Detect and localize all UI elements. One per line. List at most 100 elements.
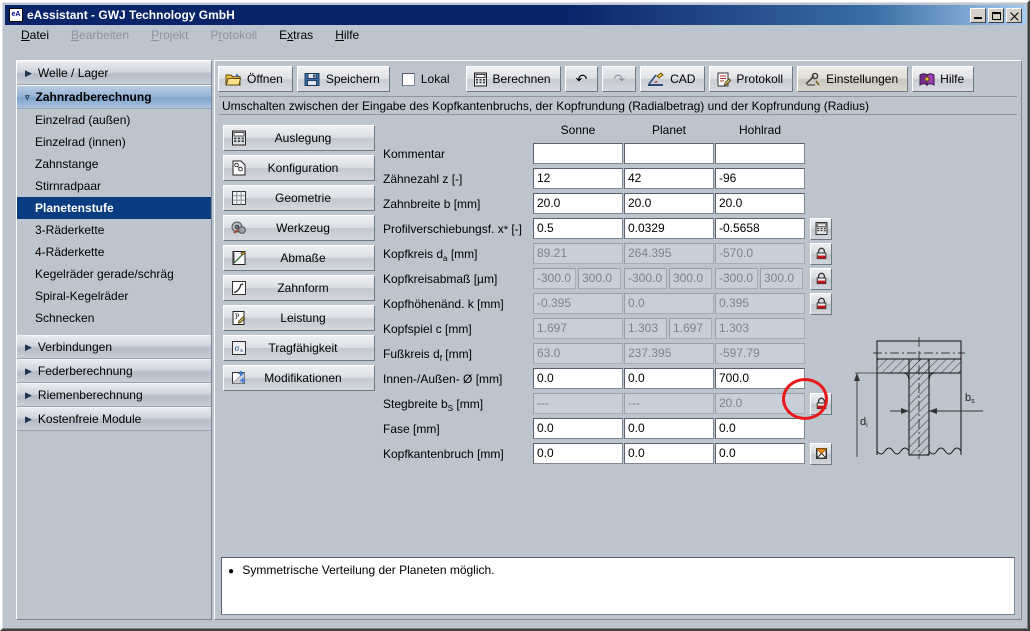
calculator-side-button[interactable] <box>810 218 832 240</box>
input-kopfkreis-sonne[interactable]: 89.21 <box>533 243 623 264</box>
input-profilverschiebung-hohlrad[interactable]: -0.5658 <box>715 218 805 239</box>
section-button-tragfaehigkeit[interactable]: σx Tragfähigkeit <box>223 335 375 361</box>
input-stegbreite-sonne[interactable]: --- <box>533 393 623 414</box>
cell-planet: --- <box>624 393 714 414</box>
input-kopfkreisabmass-hohlrad-lower[interactable]: -300.0 <box>715 268 758 289</box>
input-fase-hohlrad[interactable]: 0.0 <box>715 418 805 439</box>
menu-projekt[interactable]: Projekt <box>149 27 190 43</box>
input-kopfspiel-sonne[interactable]: 1.697 <box>533 318 623 339</box>
lock-side-button-kopfkreisabmass[interactable] <box>810 268 832 290</box>
input-innen-aussen-hohlrad[interactable]: 700.0 <box>715 368 805 389</box>
input-kopfkreisabmass-hohlrad-upper[interactable]: 300.0 <box>760 268 803 289</box>
section-button-zahnform[interactable]: Zahnform <box>223 275 375 301</box>
input-profilverschiebung-sonne[interactable]: 0.5 <box>533 218 623 239</box>
input-kopfhoehenaend-hohlrad[interactable]: 0.395 <box>715 293 805 314</box>
lock-side-button-kopfhoehenaend[interactable] <box>810 293 832 315</box>
input-zahnbreite-sonne[interactable]: 20.0 <box>533 193 623 214</box>
menu-hilfe[interactable]: Hilfe <box>333 27 361 43</box>
cad-button-label: CAD <box>670 72 695 86</box>
sidebar-item-3-raederkette[interactable]: 3-Räderkette <box>17 219 211 241</box>
sidebar-item-kegelraeder[interactable]: Kegelräder gerade/schräg <box>17 263 211 285</box>
input-kopfkantenbruch-planet[interactable]: 0.0 <box>624 443 714 464</box>
input-zahnbreite-hohlrad[interactable]: 20.0 <box>715 193 805 214</box>
settings-button[interactable]: Einstellungen <box>797 66 908 92</box>
cell-sonne: 63.0 <box>533 343 623 364</box>
local-checkbox-group[interactable]: Lokal <box>394 72 462 86</box>
menu-datei[interactable]: Datei <box>19 27 51 43</box>
open-button[interactable]: Öffnen <box>218 66 293 92</box>
sidebar-item-zahnstange[interactable]: Zahnstange <box>17 153 211 175</box>
chevron-right-icon: ▶ <box>25 390 32 401</box>
menu-bearbeiten[interactable]: Bearbeiten <box>69 27 131 43</box>
sidebar-item-schnecken[interactable]: Schnecken <box>17 307 211 329</box>
input-fase-planet[interactable]: 0.0 <box>624 418 714 439</box>
section-button-modifikationen[interactable]: Modifikationen <box>223 365 375 391</box>
input-stegbreite-planet[interactable]: --- <box>624 393 714 414</box>
input-kopfhoehenaend-sonne[interactable]: -0.395 <box>533 293 623 314</box>
toggle-kopfkantenbruch-button[interactable] <box>810 443 832 465</box>
protocol-button-label: Protokoll <box>736 72 783 86</box>
section-button-auslegung[interactable]: Auslegung <box>223 125 375 151</box>
protocol-button[interactable]: Protokoll <box>709 66 793 92</box>
menu-protokoll[interactable]: Protokoll <box>208 27 259 43</box>
input-fusskreis-hohlrad[interactable]: -597.79 <box>715 343 805 364</box>
sidebar-item-spiral-kegelraeder[interactable]: Spiral-Kegelräder <box>17 285 211 307</box>
sidebar-item-stirnradpaar[interactable]: Stirnradpaar <box>17 175 211 197</box>
input-kommentar-hohlrad[interactable] <box>715 143 805 164</box>
menu-extras[interactable]: Extras <box>277 27 315 43</box>
save-button[interactable]: Speichern <box>297 66 390 92</box>
cell-sonne: --- <box>533 393 623 414</box>
section-button-geometrie[interactable]: Geometrie <box>223 185 375 211</box>
input-zahnbreite-planet[interactable]: 20.0 <box>624 193 714 214</box>
calculate-button[interactable]: Berechnen <box>466 66 561 92</box>
sidebar-group-kostenfreie-module[interactable]: ▶ Kostenfreie Module <box>17 407 211 431</box>
input-fase-sonne[interactable]: 0.0 <box>533 418 623 439</box>
input-fusskreis-planet[interactable]: 237.395 <box>624 343 714 364</box>
section-button-konfiguration[interactable]: Konfiguration <box>223 155 375 181</box>
input-innen-aussen-planet[interactable]: 0.0 <box>624 368 714 389</box>
input-kommentar-sonne[interactable] <box>533 143 623 164</box>
help-button[interactable]: Hilfe <box>912 66 974 92</box>
minimize-button[interactable] <box>970 8 986 23</box>
cad-button[interactable]: CAD <box>640 66 705 92</box>
input-kopfspiel-planet-a[interactable]: 1.303 <box>624 318 667 339</box>
sidebar-item-einzelrad-aussen[interactable]: Einzelrad (außen) <box>17 109 211 131</box>
input-kopfkreis-planet[interactable]: 264.395 <box>624 243 714 264</box>
input-stegbreite-hohlrad[interactable]: 20.0 <box>715 393 805 414</box>
maximize-button[interactable] <box>988 8 1004 23</box>
undo-button[interactable]: ↶ <box>565 66 599 92</box>
section-button-abmasse[interactable]: Abmaße <box>223 245 375 271</box>
input-kopfkantenbruch-sonne[interactable]: 0.0 <box>533 443 623 464</box>
input-fusskreis-sonne[interactable]: 63.0 <box>533 343 623 364</box>
input-kopfkreisabmass-sonne-lower[interactable]: -300.0 <box>533 268 576 289</box>
sidebar-group-zahnradberechnung[interactable]: ▿ Zahnradberechnung <box>17 85 211 109</box>
input-kopfspiel-planet-b[interactable]: 1.697 <box>669 318 712 339</box>
input-zaehnezahl-hohlrad[interactable]: -96 <box>715 168 805 189</box>
input-innen-aussen-sonne[interactable]: 0.0 <box>533 368 623 389</box>
input-kopfkreisabmass-planet-lower[interactable]: -300.0 <box>624 268 667 289</box>
input-kommentar-planet[interactable] <box>624 143 714 164</box>
input-kopfkreisabmass-sonne-upper[interactable]: 300.0 <box>578 268 621 289</box>
input-kopfhoehenaend-planet[interactable]: 0.0 <box>624 293 714 314</box>
local-checkbox[interactable] <box>402 73 415 86</box>
lock-side-button-kopfkreis[interactable] <box>810 243 832 265</box>
sidebar-group-riemenberechnung[interactable]: ▶ Riemenberechnung <box>17 383 211 407</box>
input-kopfkreis-hohlrad[interactable]: -570.0 <box>715 243 805 264</box>
section-button-werkzeug[interactable]: Werkzeug <box>223 215 375 241</box>
lock-side-button-stegbreite[interactable] <box>810 393 832 415</box>
sidebar-item-einzelrad-innen[interactable]: Einzelrad (innen) <box>17 131 211 153</box>
input-kopfkantenbruch-hohlrad[interactable]: 0.0 <box>715 443 805 464</box>
sidebar-group-welle-lager[interactable]: ▶ Welle / Lager <box>17 61 211 85</box>
input-kopfkreisabmass-planet-upper[interactable]: 300.0 <box>669 268 712 289</box>
sidebar-group-federberechnung[interactable]: ▶ Federberechnung <box>17 359 211 383</box>
input-zaehnezahl-sonne[interactable]: 12 <box>533 168 623 189</box>
close-button[interactable] <box>1006 8 1022 23</box>
sidebar-item-planetenstufe[interactable]: Planetenstufe <box>17 197 211 219</box>
input-zaehnezahl-planet[interactable]: 42 <box>624 168 714 189</box>
input-kopfspiel-hohlrad[interactable]: 1.303 <box>715 318 805 339</box>
redo-button[interactable]: ↷ <box>602 66 636 92</box>
sidebar-item-4-raederkette[interactable]: 4-Räderkette <box>17 241 211 263</box>
section-button-leistung[interactable]: P Leistung <box>223 305 375 331</box>
sidebar-group-verbindungen[interactable]: ▶ Verbindungen <box>17 335 211 359</box>
input-profilverschiebung-planet[interactable]: 0.0329 <box>624 218 714 239</box>
